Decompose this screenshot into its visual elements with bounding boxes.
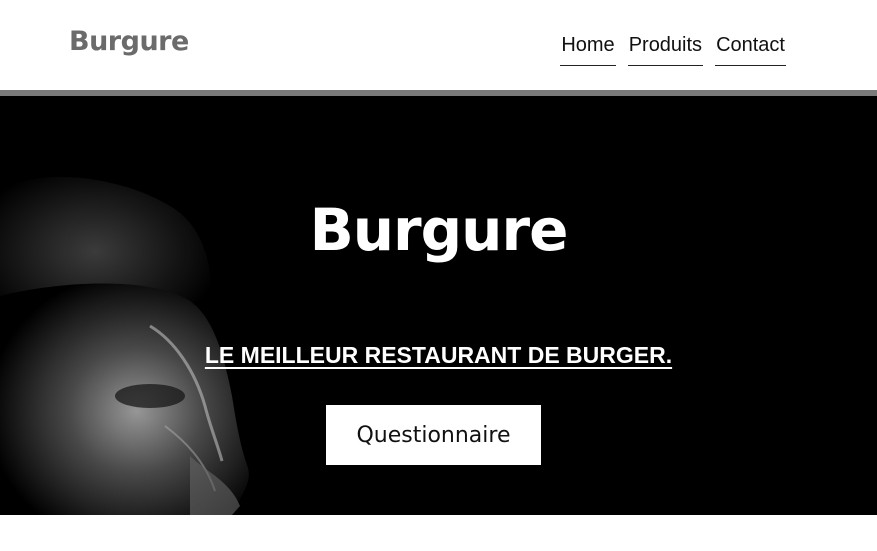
nav-link-contact[interactable]: Contact xyxy=(715,33,786,66)
site-logo[interactable]: Burgure xyxy=(69,26,189,57)
nav-link-produits[interactable]: Produits xyxy=(627,33,704,66)
questionnaire-button[interactable]: Questionnaire xyxy=(326,405,541,465)
hero-tagline-link[interactable]: LE MEILLEUR RESTAURANT DE BURGER. xyxy=(205,342,672,368)
hero-title: Burgure xyxy=(309,196,569,264)
hero-section: Burgure LE MEILLEUR RESTAURANT DE BURGER… xyxy=(0,96,877,515)
main-nav: Home Produits Contact xyxy=(560,33,786,66)
site-header: Burgure Home Produits Contact xyxy=(0,0,877,90)
hero-tagline: LE MEILLEUR RESTAURANT DE BURGER. xyxy=(0,342,877,369)
nav-link-home[interactable]: Home xyxy=(560,33,616,66)
